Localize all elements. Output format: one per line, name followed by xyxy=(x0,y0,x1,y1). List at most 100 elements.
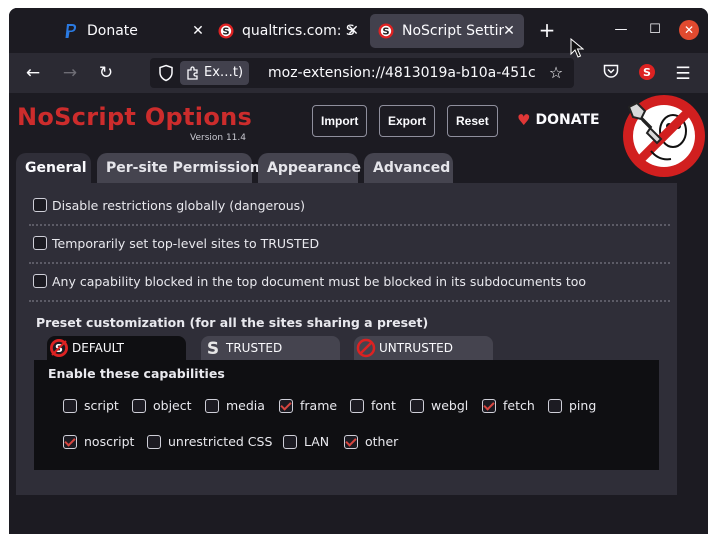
reset-button[interactable]: Reset xyxy=(447,105,498,137)
object-checkbox[interactable] xyxy=(132,398,146,413)
reload-icon[interactable]: ↻ xyxy=(94,61,118,85)
close-tab-icon[interactable]: ✕ xyxy=(189,22,207,40)
cascade-restrictions-checkbox[interactable] xyxy=(33,274,47,288)
capability-webgl[interactable]: webgl xyxy=(410,398,468,413)
new-tab-button[interactable]: + xyxy=(537,20,557,40)
svg-text:S: S xyxy=(207,339,219,358)
import-button[interactable]: Import xyxy=(312,105,368,137)
puzzle-icon xyxy=(187,66,198,80)
capability-other[interactable]: other xyxy=(344,434,398,449)
capability-font[interactable]: font xyxy=(350,398,396,413)
url-text[interactable]: moz-extension://4813019a-b10a-451c xyxy=(268,58,536,88)
preset-heading: Preset customization (for all the sites … xyxy=(36,315,429,330)
page-content: NoScript Options Version 11.4 Import Exp… xyxy=(9,93,708,534)
option-label: Disable restrictions globally (dangerous… xyxy=(52,197,306,213)
default-preset-icon: S xyxy=(50,339,68,357)
browser-tab-qualtrics[interactable]: S qualtrics.com: S ✕ xyxy=(210,14,368,48)
shield-icon[interactable] xyxy=(158,64,174,82)
tab-appearance[interactable]: Appearance xyxy=(258,153,361,183)
noscript-checkbox[interactable] xyxy=(63,434,77,449)
fetch-checkbox[interactable] xyxy=(482,398,496,413)
mouse-pointer-icon xyxy=(570,38,584,58)
unrestricted-css-checkbox[interactable] xyxy=(147,434,161,449)
hamburger-menu-icon[interactable]: ☰ xyxy=(672,63,694,85)
capability-label: fetch xyxy=(503,398,535,413)
svg-text:S: S xyxy=(222,27,229,38)
capability-object[interactable]: object xyxy=(132,398,192,413)
preset-tab-trusted[interactable]: S TRUSTED xyxy=(201,336,340,360)
temp-trusted-checkbox[interactable] xyxy=(33,236,47,250)
maximize-icon[interactable]: ☐ xyxy=(645,20,665,40)
navigation-toolbar: ← → ↻ Ex…t) moz-extension://4813019a-b10… xyxy=(9,53,708,93)
close-tab-icon[interactable]: ✕ xyxy=(500,22,518,40)
divider xyxy=(29,262,670,264)
capability-fetch[interactable]: fetch xyxy=(482,398,535,413)
tab-advanced[interactable]: Advanced xyxy=(364,153,453,183)
capability-frame[interactable]: frame xyxy=(279,398,337,413)
noscript-logo-icon xyxy=(623,95,705,177)
forward-arrow-icon[interactable]: → xyxy=(58,61,82,85)
option-label: Temporarily set top-level sites to TRUST… xyxy=(52,235,320,251)
capability-noscript[interactable]: noscript xyxy=(63,434,134,449)
close-tab-icon[interactable]: ✕ xyxy=(344,22,362,40)
back-arrow-icon[interactable]: ← xyxy=(21,61,45,85)
capability-label: ping xyxy=(569,398,597,413)
untrusted-preset-icon xyxy=(356,338,376,358)
window-close-icon[interactable]: ✕ xyxy=(679,20,699,40)
capabilities-heading: Enable these capabilities xyxy=(48,366,225,381)
bookmark-star-icon[interactable]: ☆ xyxy=(546,63,566,83)
capability-lan[interactable]: LAN xyxy=(283,434,329,449)
webgl-checkbox[interactable] xyxy=(410,398,424,413)
tab-general[interactable]: General xyxy=(16,153,91,183)
capability-label: unrestricted CSS xyxy=(168,434,273,449)
extension-identity-badge[interactable]: Ex…t) xyxy=(180,61,250,85)
capability-media[interactable]: media xyxy=(205,398,265,413)
donate-link[interactable]: ♥ DONATE xyxy=(517,111,600,129)
option-cascade-restrictions[interactable]: Any capability blocked in the top docume… xyxy=(33,271,586,291)
browser-tab-donate[interactable]: Donate ✕ xyxy=(55,14,213,48)
export-button[interactable]: Export xyxy=(379,105,436,137)
script-checkbox[interactable] xyxy=(63,398,77,413)
lan-checkbox[interactable] xyxy=(283,434,297,449)
noscript-toolbar-icon[interactable]: S xyxy=(636,63,658,85)
other-checkbox[interactable] xyxy=(344,434,358,449)
capability-label: LAN xyxy=(304,434,330,449)
divider xyxy=(29,300,670,302)
frame-checkbox[interactable] xyxy=(279,398,293,413)
noscript-icon: S xyxy=(378,23,394,39)
capability-ping[interactable]: ping xyxy=(548,398,596,413)
capability-label: noscript xyxy=(84,434,135,449)
capability-label: object xyxy=(153,398,192,413)
capability-script[interactable]: script xyxy=(63,398,119,413)
preset-tab-default[interactable]: S DEFAULT xyxy=(47,336,186,360)
option-disable-restrictions[interactable]: Disable restrictions globally (dangerous… xyxy=(33,195,305,215)
font-checkbox[interactable] xyxy=(350,398,364,413)
preset-tab-untrusted[interactable]: UNTRUSTED xyxy=(354,336,493,360)
page-title: NoScript Options xyxy=(17,103,253,131)
tab-title: qualtrics.com: S xyxy=(242,23,355,39)
media-checkbox[interactable] xyxy=(205,398,219,413)
identity-label: Ex…t) xyxy=(204,65,244,80)
capability-label: media xyxy=(226,398,265,413)
browser-tab-noscript-settings[interactable]: S NoScript Settin ✕ xyxy=(370,14,524,48)
capability-unrestricted-css[interactable]: unrestricted CSS xyxy=(147,434,272,449)
minimize-icon[interactable]: — xyxy=(611,20,631,40)
tab-title: NoScript Settin xyxy=(402,23,504,39)
pocket-icon[interactable] xyxy=(600,63,622,85)
tab-title: Donate xyxy=(87,23,138,39)
browser-window: Donate ✕ S qualtrics.com: S ✕ S NoScript… xyxy=(9,8,708,534)
capabilities-box: Enable these capabilities script object … xyxy=(34,360,659,470)
disable-restrictions-checkbox[interactable] xyxy=(33,198,47,212)
tab-per-site-permissions[interactable]: Per-site Permissions xyxy=(97,153,268,183)
preset-label: UNTRUSTED xyxy=(379,341,453,355)
url-bar[interactable]: Ex…t) moz-extension://4813019a-b10a-451c… xyxy=(150,58,574,88)
capability-label: other xyxy=(365,434,399,449)
trusted-preset-icon: S xyxy=(207,339,219,358)
option-temp-trusted[interactable]: Temporarily set top-level sites to TRUST… xyxy=(33,233,319,253)
noscript-icon: S xyxy=(218,23,234,39)
ping-checkbox[interactable] xyxy=(548,398,562,413)
option-label: Any capability blocked in the top docume… xyxy=(52,273,587,289)
svg-text:S: S xyxy=(382,27,389,38)
preset-label: TRUSTED xyxy=(226,341,283,355)
capability-label: webgl xyxy=(431,398,469,413)
